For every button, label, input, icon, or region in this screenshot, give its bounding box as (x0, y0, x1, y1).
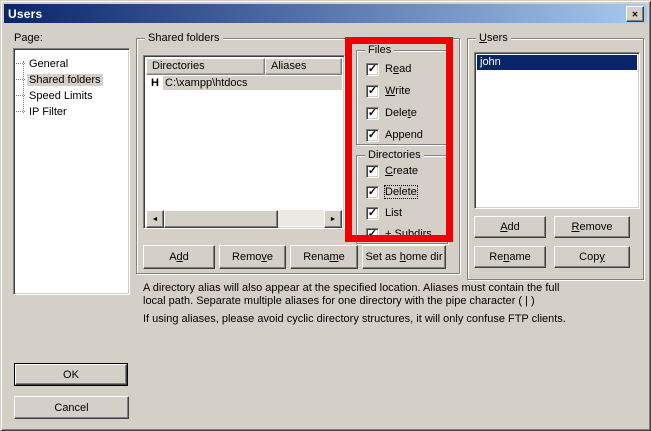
title-bar[interactable]: Users ✕ (4, 4, 647, 23)
tree-item-general[interactable]: General (16, 56, 70, 71)
close-icon: ✕ (632, 10, 639, 19)
add-directory-button[interactable]: Add (143, 245, 215, 269)
column-header-directories[interactable]: Directories (146, 58, 265, 75)
user-item-john[interactable]: john (477, 55, 637, 70)
users-dialog: Users ✕ Page: General Shared folders Spe… (0, 0, 651, 431)
column-header-aliases[interactable]: Aliases (265, 58, 342, 75)
window-title: Users (4, 7, 42, 21)
scrollbar-thumb[interactable] (164, 210, 278, 228)
arrow-right-icon: ► (330, 216, 337, 223)
alias-notes: A directory alias will also appear at th… (143, 282, 567, 326)
page-tree: General Shared folders Speed Limits IP F… (13, 48, 130, 295)
list-header: Directories Aliases (146, 58, 342, 75)
tree-item-shared-folders[interactable]: Shared folders (16, 72, 103, 87)
tree-connector (16, 79, 25, 80)
alias-note-paragraph-1: A directory alias will also appear at th… (143, 282, 567, 308)
directory-path-cell: C:\xampp\htdocs (163, 76, 342, 90)
copy-user-button[interactable]: Copy (554, 246, 630, 268)
alias-note-paragraph-2: If using aliases, please avoid cyclic di… (143, 313, 567, 326)
ok-button[interactable]: OK (15, 364, 127, 385)
tree-connector (16, 95, 25, 96)
scroll-right-button[interactable]: ► (324, 210, 342, 228)
home-dir-flag: H (149, 77, 161, 89)
rename-user-button[interactable]: Rename (474, 246, 546, 268)
tree-item-ip-filter[interactable]: IP Filter (16, 104, 69, 119)
ok-button-default-border: OK (14, 363, 128, 386)
rename-directory-button[interactable]: Rename (290, 245, 358, 269)
directory-row[interactable]: H C:\xampp\htdocs (146, 75, 342, 91)
users-listbox: john (474, 52, 640, 209)
shared-folders-caption: Shared folders (145, 32, 223, 44)
directories-list: Directories Aliases H C:\xampp\htdocs ◄ … (143, 55, 345, 229)
scrollbar-track[interactable] (278, 210, 324, 226)
tree-connector (16, 63, 25, 64)
add-user-button[interactable]: Add (474, 216, 546, 238)
horizontal-scrollbar[interactable]: ◄ ► (146, 210, 342, 226)
users-group-caption: Users (476, 32, 511, 44)
annotation-rectangle (345, 37, 453, 242)
scroll-left-button[interactable]: ◄ (146, 210, 164, 228)
arrow-left-icon: ◄ (152, 216, 159, 223)
cancel-button[interactable]: Cancel (14, 396, 129, 419)
close-button[interactable]: ✕ (626, 6, 644, 22)
remove-user-button[interactable]: Remove (554, 216, 630, 238)
tree-connector (16, 111, 25, 112)
remove-directory-button[interactable]: Remove (219, 245, 286, 269)
set-as-home-dir-button[interactable]: Set as home dir (362, 245, 446, 269)
tree-item-speed-limits[interactable]: Speed Limits (16, 88, 95, 103)
page-label: Page: (14, 32, 43, 44)
